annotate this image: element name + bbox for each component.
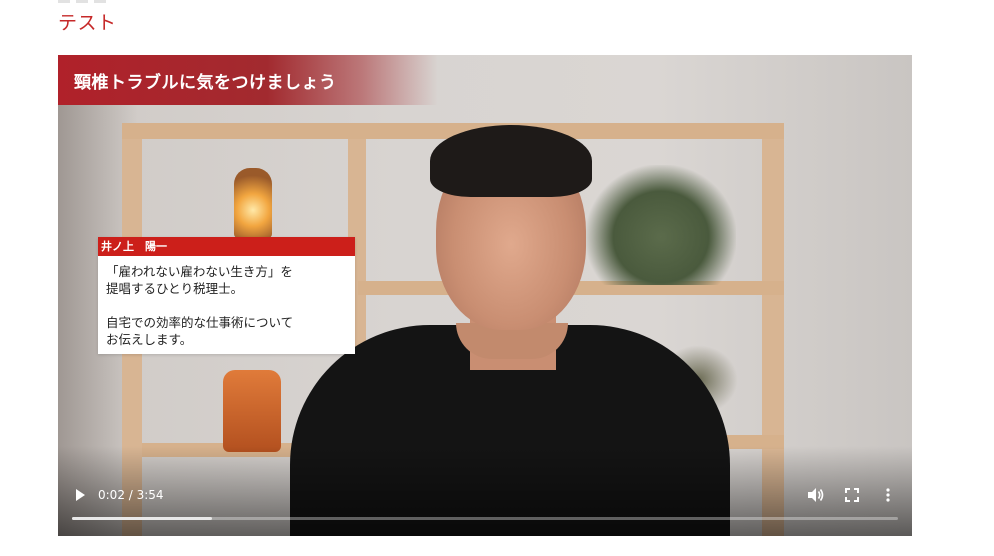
play-button[interactable] [62, 480, 98, 510]
progress-bar[interactable] [72, 517, 898, 520]
video-title-banner: 頸椎トラブルに気をつけましょう [58, 55, 438, 105]
more-options-button[interactable] [870, 480, 906, 510]
caption-line: 「雇われない雇わない生き方」を [106, 264, 293, 279]
time-readout: 0:02 / 3:54 [98, 488, 164, 502]
speaker-caption-card: 井ノ上 陽一 「雇われない雇わない生き方」を 提唱するひとり税理士。 自宅での効… [98, 237, 355, 354]
video-title-text: 頸椎トラブルに気をつけましょう [74, 72, 337, 93]
video-controls: 0:02 / 3:54 [58, 480, 912, 510]
play-icon [76, 489, 85, 501]
more-vertical-icon [886, 488, 890, 502]
plant [586, 165, 736, 285]
volume-icon [808, 488, 824, 502]
figurine [223, 370, 281, 452]
caption-line: 提唱するひとり税理士。 [106, 281, 244, 296]
caption-line: 自宅での効率的な仕事術について [106, 315, 294, 330]
caption-line: お伝えします。 [106, 332, 193, 347]
fullscreen-icon [845, 488, 859, 502]
fullscreen-button[interactable] [834, 480, 870, 510]
video-player[interactable]: 頸椎トラブルに気をつけましょう 井ノ上 陽一 「雇われない雇わない生き方」を 提… [58, 55, 912, 536]
speaker-name: 井ノ上 陽一 [98, 237, 355, 256]
page-title: テスト [58, 12, 117, 34]
lamp [234, 168, 272, 238]
progress-fill [72, 517, 213, 520]
presenter-hair [430, 125, 592, 197]
volume-button[interactable] [798, 480, 834, 510]
speaker-description: 「雇われない雇わない生き方」を 提唱するひとり税理士。 自宅での効率的な仕事術に… [98, 256, 355, 348]
